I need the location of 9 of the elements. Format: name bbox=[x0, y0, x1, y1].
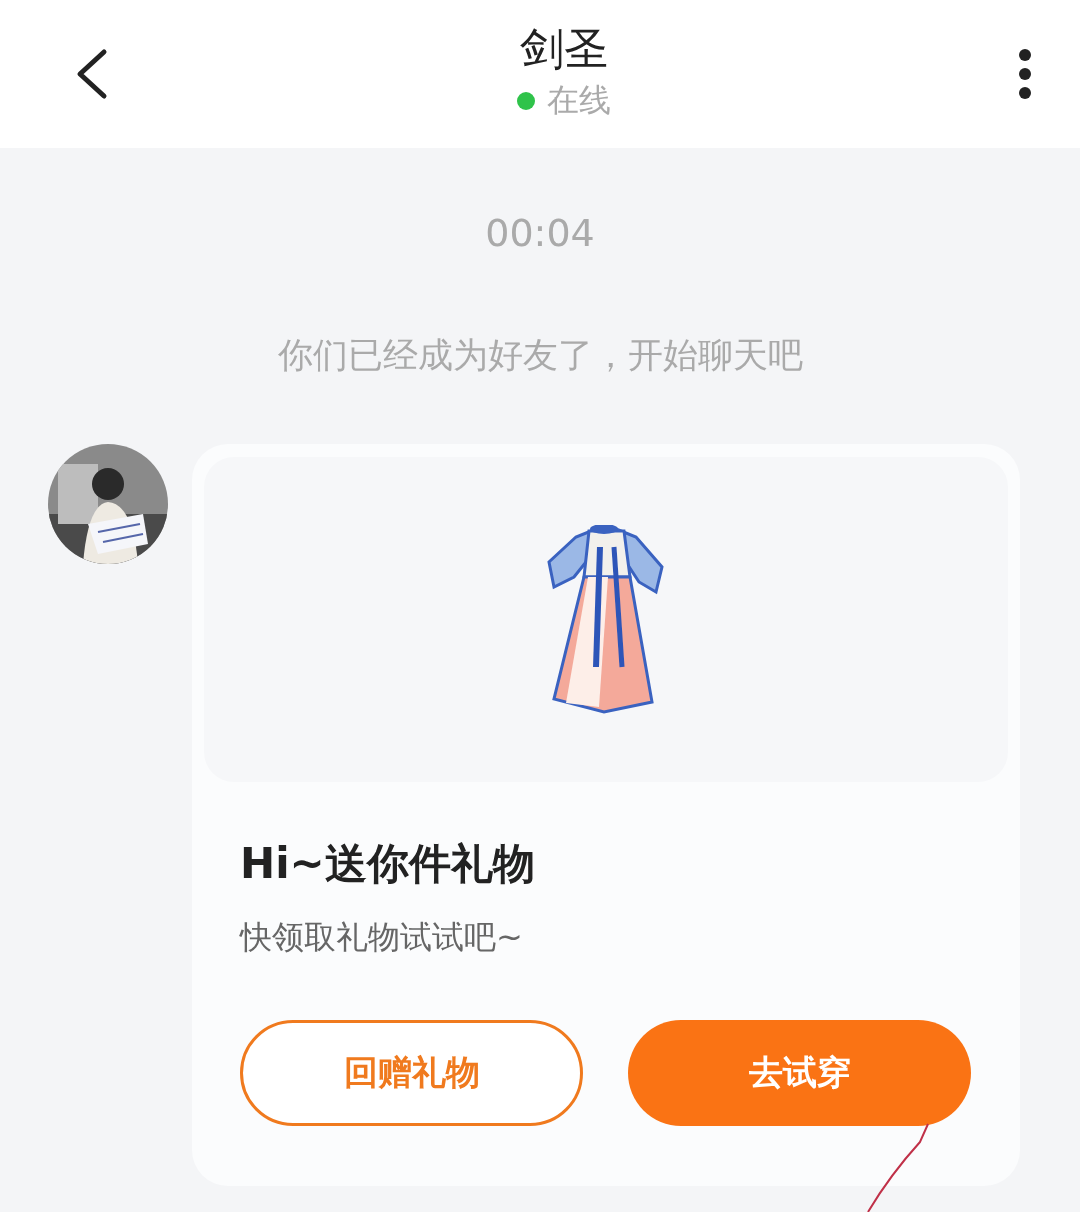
system-message: 你们已经成为好友了，开始聊天吧 bbox=[276, 334, 804, 377]
timestamp: 00:04 bbox=[484, 210, 596, 256]
try-on-button[interactable]: 去试穿 bbox=[628, 1020, 971, 1126]
more-icon[interactable] bbox=[1018, 48, 1032, 100]
gift-title: Hi~送你件礼物 bbox=[240, 838, 536, 890]
contact-name: 剑圣 bbox=[520, 24, 608, 74]
gift-subtitle: 快领取礼物试试吧~ bbox=[240, 917, 524, 958]
status-label: 在线 bbox=[547, 80, 611, 122]
return-gift-button[interactable]: 回赠礼物 bbox=[240, 1020, 583, 1126]
